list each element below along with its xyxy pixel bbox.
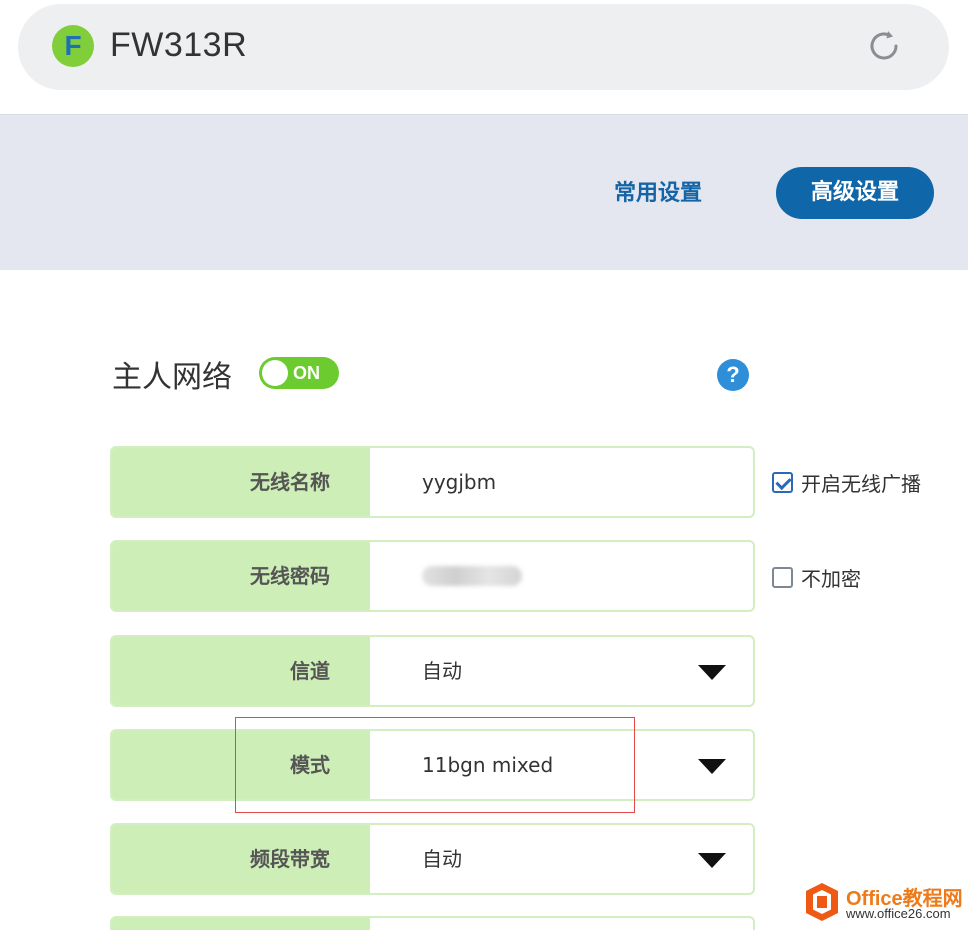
form-label-cell: 频段带宽 [112,825,370,893]
toggle-knob [262,360,288,386]
channel-label: 信道 [290,659,330,683]
chevron-down-icon[interactable] [698,665,726,680]
no-encrypt-checkbox[interactable] [772,567,793,588]
toggle-state-label: ON [293,363,320,383]
form-row-bandwidth: 频段带宽 自动 [110,823,755,895]
help-icon[interactable]: ? [717,359,749,391]
ssid-label: 无线名称 [250,470,330,494]
form-row-password: 无线密码 [110,540,755,612]
router-logo-letter: F [64,30,82,61]
host-network-toggle[interactable]: ON [259,357,339,389]
tab-advanced-settings[interactable]: 高级设置 [776,167,934,219]
chevron-down-icon[interactable] [698,853,726,868]
broadcast-checkbox[interactable] [772,472,793,493]
mode-label: 模式 [290,753,330,777]
form-label-cell: 无线名称 [112,448,370,516]
device-title: FW313R [110,26,248,64]
no-encrypt-checkbox-group[interactable]: 不加密 [772,563,861,592]
watermark: Office教程网 www.office26.com [802,880,966,926]
form-label-cell: 无线密码 [112,542,370,610]
section-title-host-network: 主人网络 [112,360,232,395]
form-row-partial [110,916,755,930]
form-row-channel: 信道 自动 [110,635,755,707]
router-logo: F [52,25,94,67]
settings-tab-band: 常用设置 高级设置 [0,114,968,270]
form-row-ssid: 无线名称 yygjbm [110,446,755,518]
password-label: 无线密码 [250,564,330,588]
office-logo-icon [806,883,838,921]
bandwidth-label: 频段带宽 [250,847,330,871]
broadcast-checkbox-group[interactable]: 开启无线广播 [772,468,921,497]
password-input-obscured[interactable] [422,566,522,586]
reload-icon[interactable] [866,28,902,64]
ssid-input[interactable]: yygjbm [422,448,496,516]
form-label-cell [112,918,370,930]
channel-select-value[interactable]: 自动 [422,637,462,705]
broadcast-checkbox-label: 开启无线广播 [801,472,921,496]
address-bar: F FW313R [18,4,949,90]
tab-common-settings[interactable]: 常用设置 [614,175,702,207]
bandwidth-select-value[interactable]: 自动 [422,825,462,893]
form-row-mode: 模式 11bgn mixed [110,729,755,801]
form-label-cell: 模式 [112,731,370,799]
chevron-down-icon[interactable] [698,759,726,774]
no-encrypt-checkbox-label: 不加密 [801,567,861,591]
watermark-url: www.office26.com [846,906,951,921]
mode-select-value[interactable]: 11bgn mixed [422,731,553,799]
form-label-cell: 信道 [112,637,370,705]
